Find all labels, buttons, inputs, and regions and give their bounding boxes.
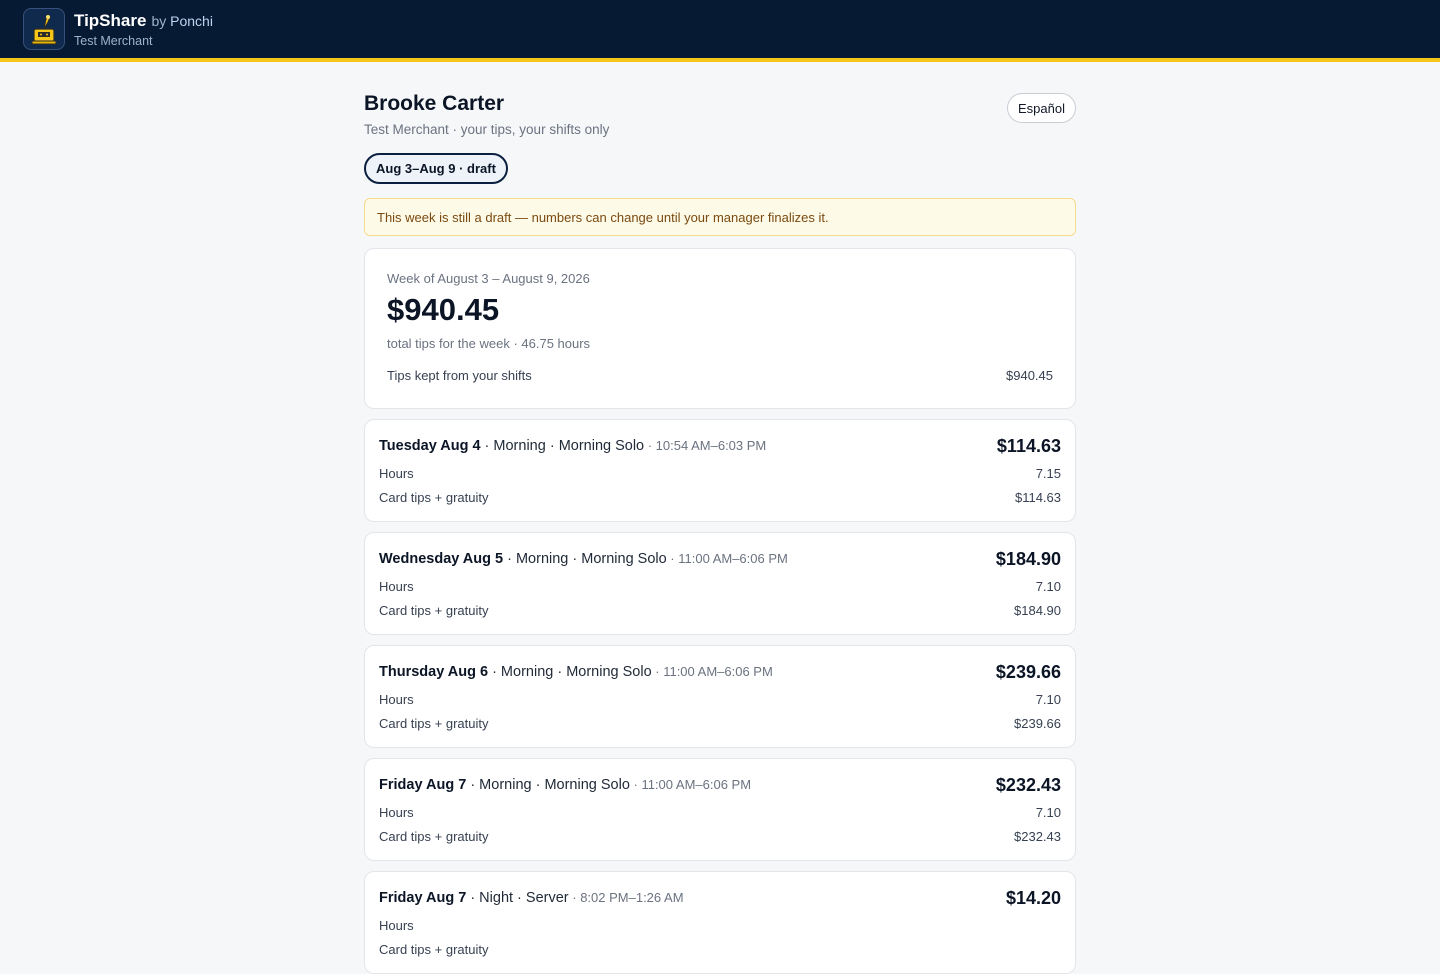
shift-details: · Morning · Morning Solo (480, 438, 645, 454)
shift-details: · Morning · Morning Solo (488, 664, 652, 680)
shift-details: · Morning · Morning Solo (503, 551, 667, 567)
shift-tips-value: $239.66 (1014, 716, 1061, 731)
shift-tips-value: $232.43 (1014, 829, 1061, 844)
shift-tips-value: $184.90 (1014, 603, 1061, 618)
shift-title: Thursday Aug 6 · Morning · Morning Solo … (379, 664, 773, 680)
shift-card[interactable]: Friday Aug 7 · Night · Server · 8:02 PM–… (364, 871, 1076, 974)
shift-card[interactable]: Friday Aug 7 · Morning · Morning Solo · … (364, 758, 1076, 861)
employee-subtitle: Test Merchant · your tips, your shifts o… (364, 122, 610, 137)
week-summary-card: Week of August 3 – August 9, 2026 $940.4… (364, 248, 1076, 409)
brand-by-name: Ponchi (170, 12, 213, 29)
employee-name: Brooke Carter (364, 92, 505, 115)
shift-title: Wednesday Aug 5 · Morning · Morning Solo… (379, 551, 788, 567)
tip-jar-register-icon[interactable] (23, 8, 65, 50)
shift-hours-row: Hours 7.10 (379, 805, 1061, 820)
shift-card[interactable]: Thursday Aug 6 · Morning · Morning Solo … (364, 645, 1076, 748)
shift-day: Tuesday Aug 4 (379, 438, 481, 454)
shift-tips-row: Card tips + gratuity $184.90 (379, 603, 1061, 618)
shift-hours-value: 7.10 (1035, 692, 1061, 707)
top-bar: TipShare by Ponchi Test Merchant (0, 0, 1440, 62)
shift-hours-row: Hours 7.15 (379, 466, 1061, 481)
shift-card[interactable]: Tuesday Aug 4 · Morning · Morning Solo ·… (364, 419, 1076, 522)
shift-hours-value: 7.10 (1035, 805, 1061, 820)
employee-header: Brooke Carter Test Merchant · your tips,… (364, 92, 1076, 137)
shift-tips-row: Card tips + gratuity $232.43 (379, 829, 1061, 844)
draft-notice: This week is still a draft — numbers can… (364, 198, 1076, 236)
shift-time: · 10:54 AM–6:03 PM (644, 438, 767, 453)
shift-hours-row: Hours 7.10 (379, 692, 1061, 707)
shift-amount: $14.20 (1005, 887, 1061, 908)
shift-time: · 11:00 AM–6:06 PM (651, 664, 773, 679)
brand-by: by Ponchi (151, 12, 213, 29)
shift-day: Thursday Aug 6 (379, 664, 489, 680)
shift-amount: $184.90 (995, 548, 1061, 569)
summary-meta: total tips for the week · 46.75 hours (387, 336, 591, 351)
shift-amount: $232.43 (995, 774, 1061, 795)
shift-tips-value: $114.63 (1014, 490, 1061, 505)
shift-amount: $114.63 (996, 435, 1061, 456)
shift-hours-value: 7.10 (1035, 579, 1061, 594)
merchant-name: Test Merchant (74, 33, 153, 48)
shift-hours-row: Hours 7.10 (379, 579, 1061, 594)
app-name: TipShare (74, 10, 147, 30)
main-content: Brooke Carter Test Merchant · your tips,… (364, 66, 1076, 974)
shift-amount: $239.66 (995, 661, 1061, 682)
summary-week-label: Week of August 3 – August 9, 2026 (387, 271, 590, 286)
shift-tips-row: Card tips + gratuity $239.66 (379, 716, 1061, 731)
shift-title: Friday Aug 7 · Night · Server · 8:02 PM–… (379, 890, 684, 906)
shift-day: Friday Aug 7 (379, 890, 467, 906)
shift-title: Friday Aug 7 · Morning · Morning Solo · … (379, 777, 751, 793)
shift-details: · Night · Server (466, 890, 569, 906)
shift-tips-row: Card tips + gratuity (379, 942, 489, 957)
shift-time: · 8:02 PM–1:26 AM (568, 890, 684, 905)
shift-day: Wednesday Aug 5 (379, 551, 504, 567)
summary-line: Tips kept from your shifts $940.45 (387, 368, 1053, 383)
shift-tips-row: Card tips + gratuity $114.63 (379, 490, 1061, 505)
shift-hours-row: Hours (379, 918, 414, 933)
shift-details: · Morning · Morning Solo (466, 777, 630, 793)
language-toggle-button[interactable]: Español (1007, 93, 1076, 123)
brand: TipShare by Ponchi Test Merchant (74, 11, 213, 48)
week-selector-chip[interactable]: Aug 3–Aug 9 · draft (364, 153, 508, 184)
summary-line-label: Tips kept from your shifts (387, 368, 532, 383)
shift-day: Friday Aug 7 (379, 777, 467, 793)
summary-total: $940.45 (387, 292, 500, 327)
shift-hours-value: 7.15 (1035, 466, 1061, 481)
shift-title: Tuesday Aug 4 · Morning · Morning Solo ·… (379, 438, 766, 454)
shift-card[interactable]: Wednesday Aug 5 · Morning · Morning Solo… (364, 532, 1076, 635)
shift-time: · 11:00 AM–6:06 PM (666, 551, 788, 566)
summary-line-value: $940.45 (1006, 368, 1053, 383)
shift-time: · 11:00 AM–6:06 PM (629, 777, 752, 792)
